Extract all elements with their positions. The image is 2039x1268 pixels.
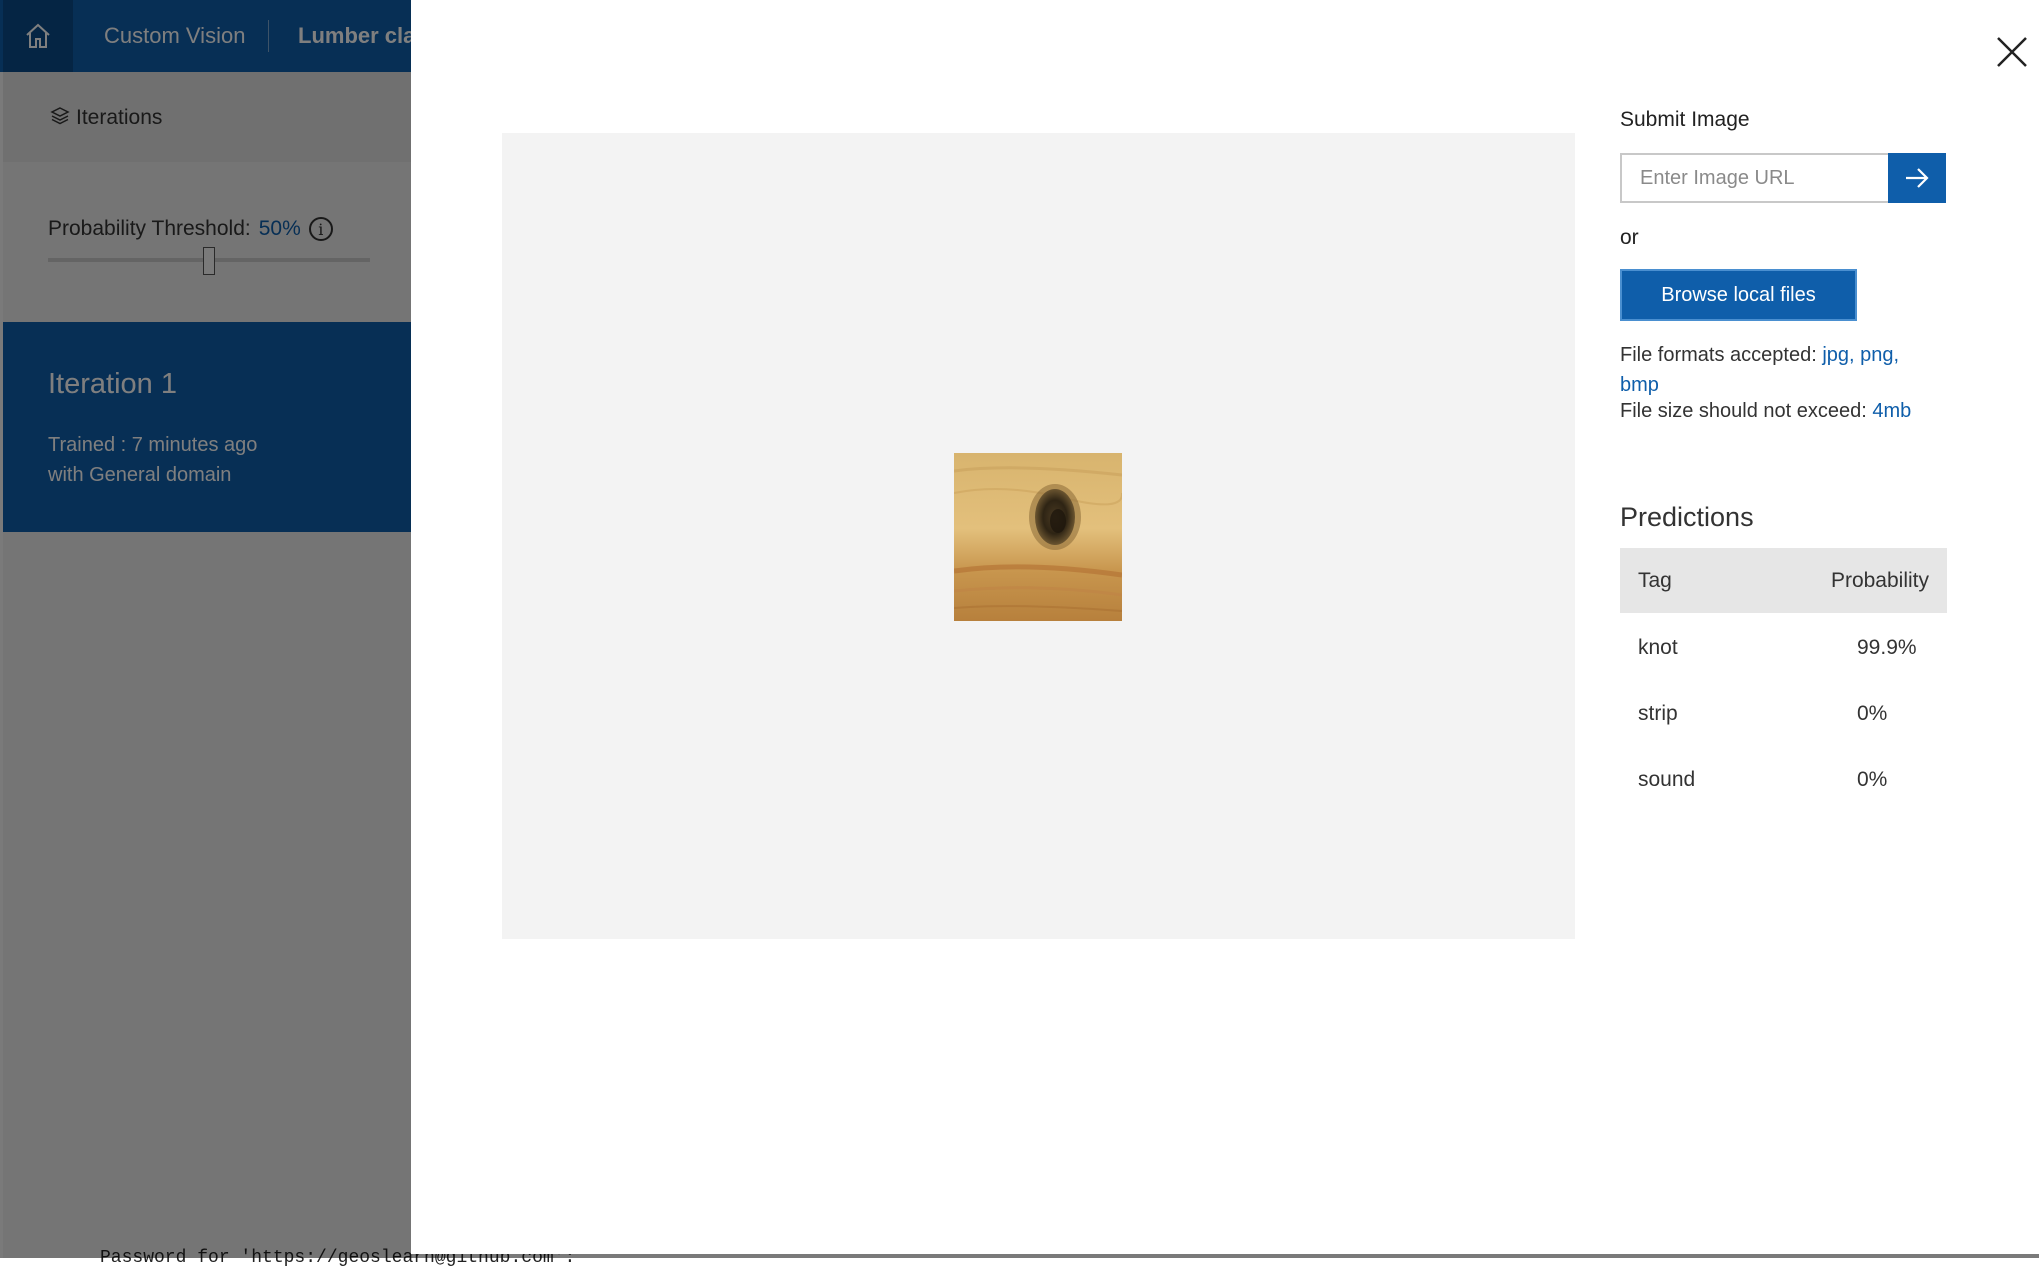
file-size-label: File size should not exceed: (1620, 400, 1867, 422)
prediction-probability: 0% (1857, 768, 1888, 791)
file-size-value: 4mb (1872, 400, 1912, 422)
submit-url-button[interactable] (1888, 153, 1946, 203)
file-formats-label: File formats accepted: (1620, 344, 1817, 366)
prediction-row: strip 0% (1620, 681, 1947, 747)
prediction-row: sound 0% (1620, 747, 1947, 813)
image-url-input[interactable] (1620, 153, 1888, 203)
prediction-row: knot 99.9% (1620, 615, 1947, 681)
predictions-title: Predictions (1620, 502, 1754, 532)
close-icon[interactable] (1992, 32, 2032, 72)
column-header-probability: Probability (1830, 569, 1929, 592)
submit-image-title: Submit Image (1620, 108, 1750, 131)
prediction-tag: strip (1638, 702, 1678, 725)
prediction-tag: sound (1638, 768, 1696, 791)
file-size-info: File size should not exceed: 4mb (1620, 400, 1911, 423)
prediction-probability: 99.9% (1857, 636, 1917, 659)
uploaded-image (954, 453, 1122, 621)
prediction-probability: 0% (1857, 702, 1888, 725)
prediction-tag: knot (1638, 636, 1678, 659)
file-formats-info: File formats accepted: jpg, png, bmp (1620, 340, 1940, 400)
predictions-table-header: Tag Probability (1620, 548, 1947, 613)
browse-local-files-button[interactable]: Browse local files (1620, 269, 1857, 321)
column-header-tag: Tag (1638, 569, 1672, 592)
arrow-right-icon (1906, 168, 1929, 188)
or-separator: or (1620, 226, 1639, 249)
